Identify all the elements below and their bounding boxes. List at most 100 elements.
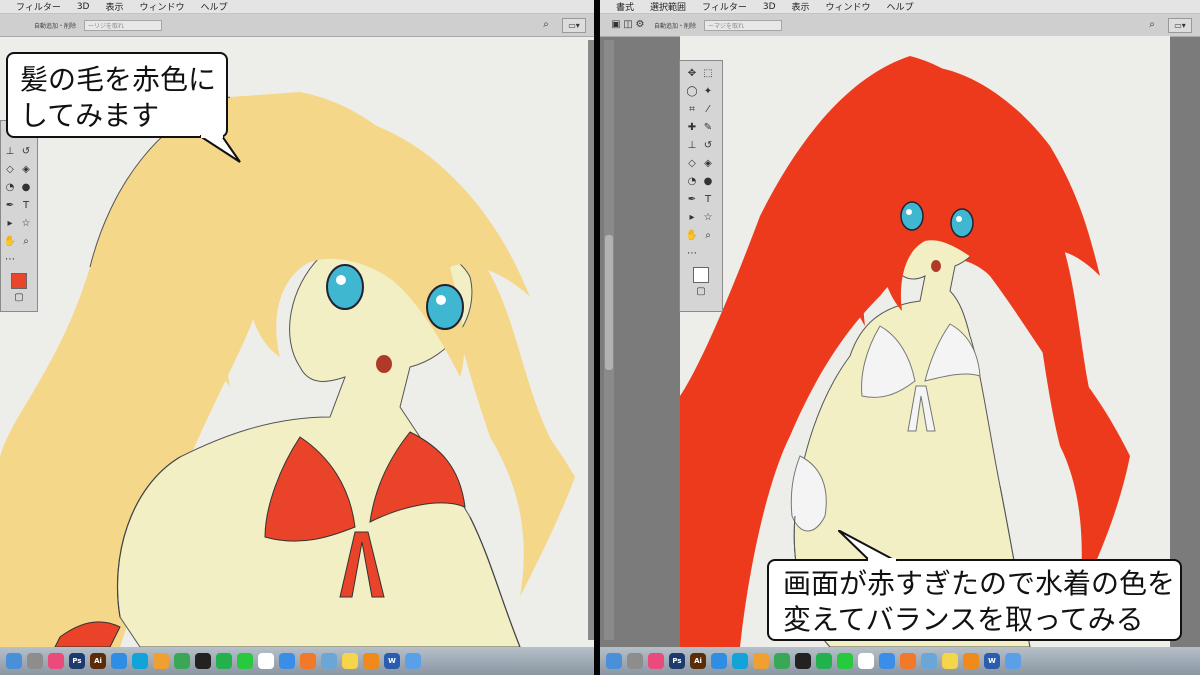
- path-select-icon[interactable]: ▸: [3, 217, 17, 231]
- menu-view[interactable]: 表示: [105, 0, 123, 13]
- dock-calendar-icon[interactable]: [258, 653, 274, 669]
- more-tools-icon[interactable]: ⋯: [685, 247, 699, 261]
- pen-tool-icon[interactable]: ✒: [685, 193, 699, 207]
- menu-select[interactable]: 選択範囲: [650, 0, 686, 13]
- scrollbar-thumb[interactable]: [605, 235, 613, 370]
- path-select-icon[interactable]: ▸: [685, 211, 699, 225]
- hand-tool-icon[interactable]: ✋: [3, 235, 17, 249]
- pen-tool-icon[interactable]: ✒: [3, 199, 17, 213]
- foreground-color-swatch[interactable]: [11, 273, 27, 289]
- search-icon[interactable]: ⌕: [1146, 19, 1158, 31]
- eraser-tool-icon[interactable]: ◇: [685, 157, 699, 171]
- dock-skype-icon[interactable]: [732, 653, 748, 669]
- move-tool-icon[interactable]: ✥: [685, 67, 699, 81]
- dock-illustrator-icon[interactable]: Ai: [690, 653, 706, 669]
- menu-filter[interactable]: フィルター: [702, 0, 747, 13]
- dock-facetime-icon[interactable]: [237, 653, 253, 669]
- dock-mail-icon[interactable]: [879, 653, 895, 669]
- menu-help[interactable]: ヘルプ: [201, 0, 228, 13]
- dock-home-icon[interactable]: [900, 653, 916, 669]
- dodge-tool-icon[interactable]: ●: [701, 175, 715, 189]
- zoom-tool-icon[interactable]: ⌕: [19, 235, 33, 249]
- history-brush-icon[interactable]: ↺: [19, 145, 33, 159]
- dock-finder-icon[interactable]: [606, 653, 622, 669]
- options-field[interactable]: ーマジを取れ: [704, 19, 783, 31]
- menu-filter[interactable]: フィルター: [16, 0, 61, 13]
- menu-3d[interactable]: 3D: [763, 2, 776, 12]
- dock-terminal-icon[interactable]: [795, 653, 811, 669]
- dock-music-icon[interactable]: [648, 653, 664, 669]
- shape-tool-icon[interactable]: ☆: [701, 211, 715, 225]
- dock-vlc-icon[interactable]: [363, 653, 379, 669]
- eraser-tool-icon[interactable]: ◇: [3, 163, 17, 177]
- marquee-tool-icon[interactable]: ⬚: [701, 67, 715, 81]
- dock-preview-icon[interactable]: [921, 653, 937, 669]
- eyedropper-icon[interactable]: ⁄: [701, 103, 715, 117]
- crop-tool-icon[interactable]: ⌗: [685, 103, 699, 117]
- dock-chrome-icon[interactable]: [174, 653, 190, 669]
- dock-finder-icon[interactable]: [6, 653, 22, 669]
- workspace-dropdown[interactable]: ▭▾: [562, 17, 586, 33]
- type-tool-icon[interactable]: T: [19, 199, 33, 213]
- dock-facetime-icon[interactable]: [837, 653, 853, 669]
- more-tools-icon[interactable]: ⋯: [3, 253, 17, 267]
- dock-illustrator-icon[interactable]: Ai: [90, 653, 106, 669]
- stamp-tool-icon[interactable]: ⊥: [3, 145, 17, 159]
- search-icon[interactable]: ⌕: [540, 19, 552, 31]
- document-canvas[interactable]: [680, 36, 1170, 647]
- menu-help[interactable]: ヘルプ: [887, 0, 914, 13]
- menu-3d[interactable]: 3D: [77, 2, 90, 12]
- dock-launchpad-icon[interactable]: [27, 653, 43, 669]
- brush-tool-icon[interactable]: ✎: [701, 121, 715, 135]
- auto-add-delete-option[interactable]: 自動追加・削除: [34, 21, 76, 30]
- dock-notes-icon[interactable]: [942, 653, 958, 669]
- foreground-color-swatch[interactable]: [693, 267, 709, 283]
- dock-safari-icon[interactable]: [111, 653, 127, 669]
- dock-vlc-icon[interactable]: [963, 653, 979, 669]
- auto-add-delete-option[interactable]: 自動追加・削除: [654, 21, 696, 30]
- healing-tool-icon[interactable]: ✚: [685, 121, 699, 135]
- bucket-tool-icon[interactable]: ◈: [19, 163, 33, 177]
- dodge-tool-icon[interactable]: ●: [19, 181, 33, 195]
- history-brush-icon[interactable]: ↺: [701, 139, 715, 153]
- dock-terminal-icon[interactable]: [195, 653, 211, 669]
- dock-mail-icon[interactable]: [279, 653, 295, 669]
- menu-window[interactable]: ウィンドウ: [826, 0, 871, 13]
- pen-options-icon[interactable]: ▣: [610, 19, 622, 31]
- lasso-tool-icon[interactable]: ◯: [685, 85, 699, 99]
- workspace-dropdown[interactable]: ▭▾: [1168, 17, 1192, 33]
- dock-notes-icon[interactable]: [342, 653, 358, 669]
- menu-window[interactable]: ウィンドウ: [140, 0, 185, 13]
- type-tool-icon[interactable]: T: [701, 193, 715, 207]
- quick-mask-icon[interactable]: ▢: [694, 285, 708, 299]
- dock-skype-icon[interactable]: [132, 653, 148, 669]
- dock-photoshop-icon[interactable]: Ps: [69, 653, 85, 669]
- dock-line-icon[interactable]: [216, 653, 232, 669]
- shape-tool-icon[interactable]: ☆: [19, 217, 33, 231]
- dock-finder-folder-icon[interactable]: [405, 653, 421, 669]
- hand-tool-icon[interactable]: ✋: [685, 229, 699, 243]
- menu-type[interactable]: 書式: [616, 0, 634, 13]
- dock-word-icon[interactable]: W: [984, 653, 1000, 669]
- dock-finder-folder-icon[interactable]: [1005, 653, 1021, 669]
- blur-tool-icon[interactable]: ◔: [685, 175, 699, 189]
- dock-line-icon[interactable]: [816, 653, 832, 669]
- vertical-scrollbar[interactable]: [604, 40, 614, 640]
- gear-icon[interactable]: ⚙: [634, 19, 646, 31]
- dock-music-icon[interactable]: [48, 653, 64, 669]
- magic-wand-icon[interactable]: ✦: [701, 85, 715, 99]
- stamp-tool-icon[interactable]: ⊥: [685, 139, 699, 153]
- menu-view[interactable]: 表示: [792, 0, 810, 13]
- dock-photos-icon[interactable]: [753, 653, 769, 669]
- dock-word-icon[interactable]: W: [384, 653, 400, 669]
- quick-mask-icon[interactable]: ▢: [12, 291, 26, 305]
- zoom-tool-icon[interactable]: ⌕: [701, 229, 715, 243]
- dock-calendar-icon[interactable]: [858, 653, 874, 669]
- options-field[interactable]: ーリジを取れ: [84, 19, 163, 31]
- dock-preview-icon[interactable]: [321, 653, 337, 669]
- blur-tool-icon[interactable]: ◔: [3, 181, 17, 195]
- dock-launchpad-icon[interactable]: [627, 653, 643, 669]
- dock-photoshop-icon[interactable]: Ps: [669, 653, 685, 669]
- dock-photos-icon[interactable]: [153, 653, 169, 669]
- path-options-icon[interactable]: ◫: [622, 19, 634, 31]
